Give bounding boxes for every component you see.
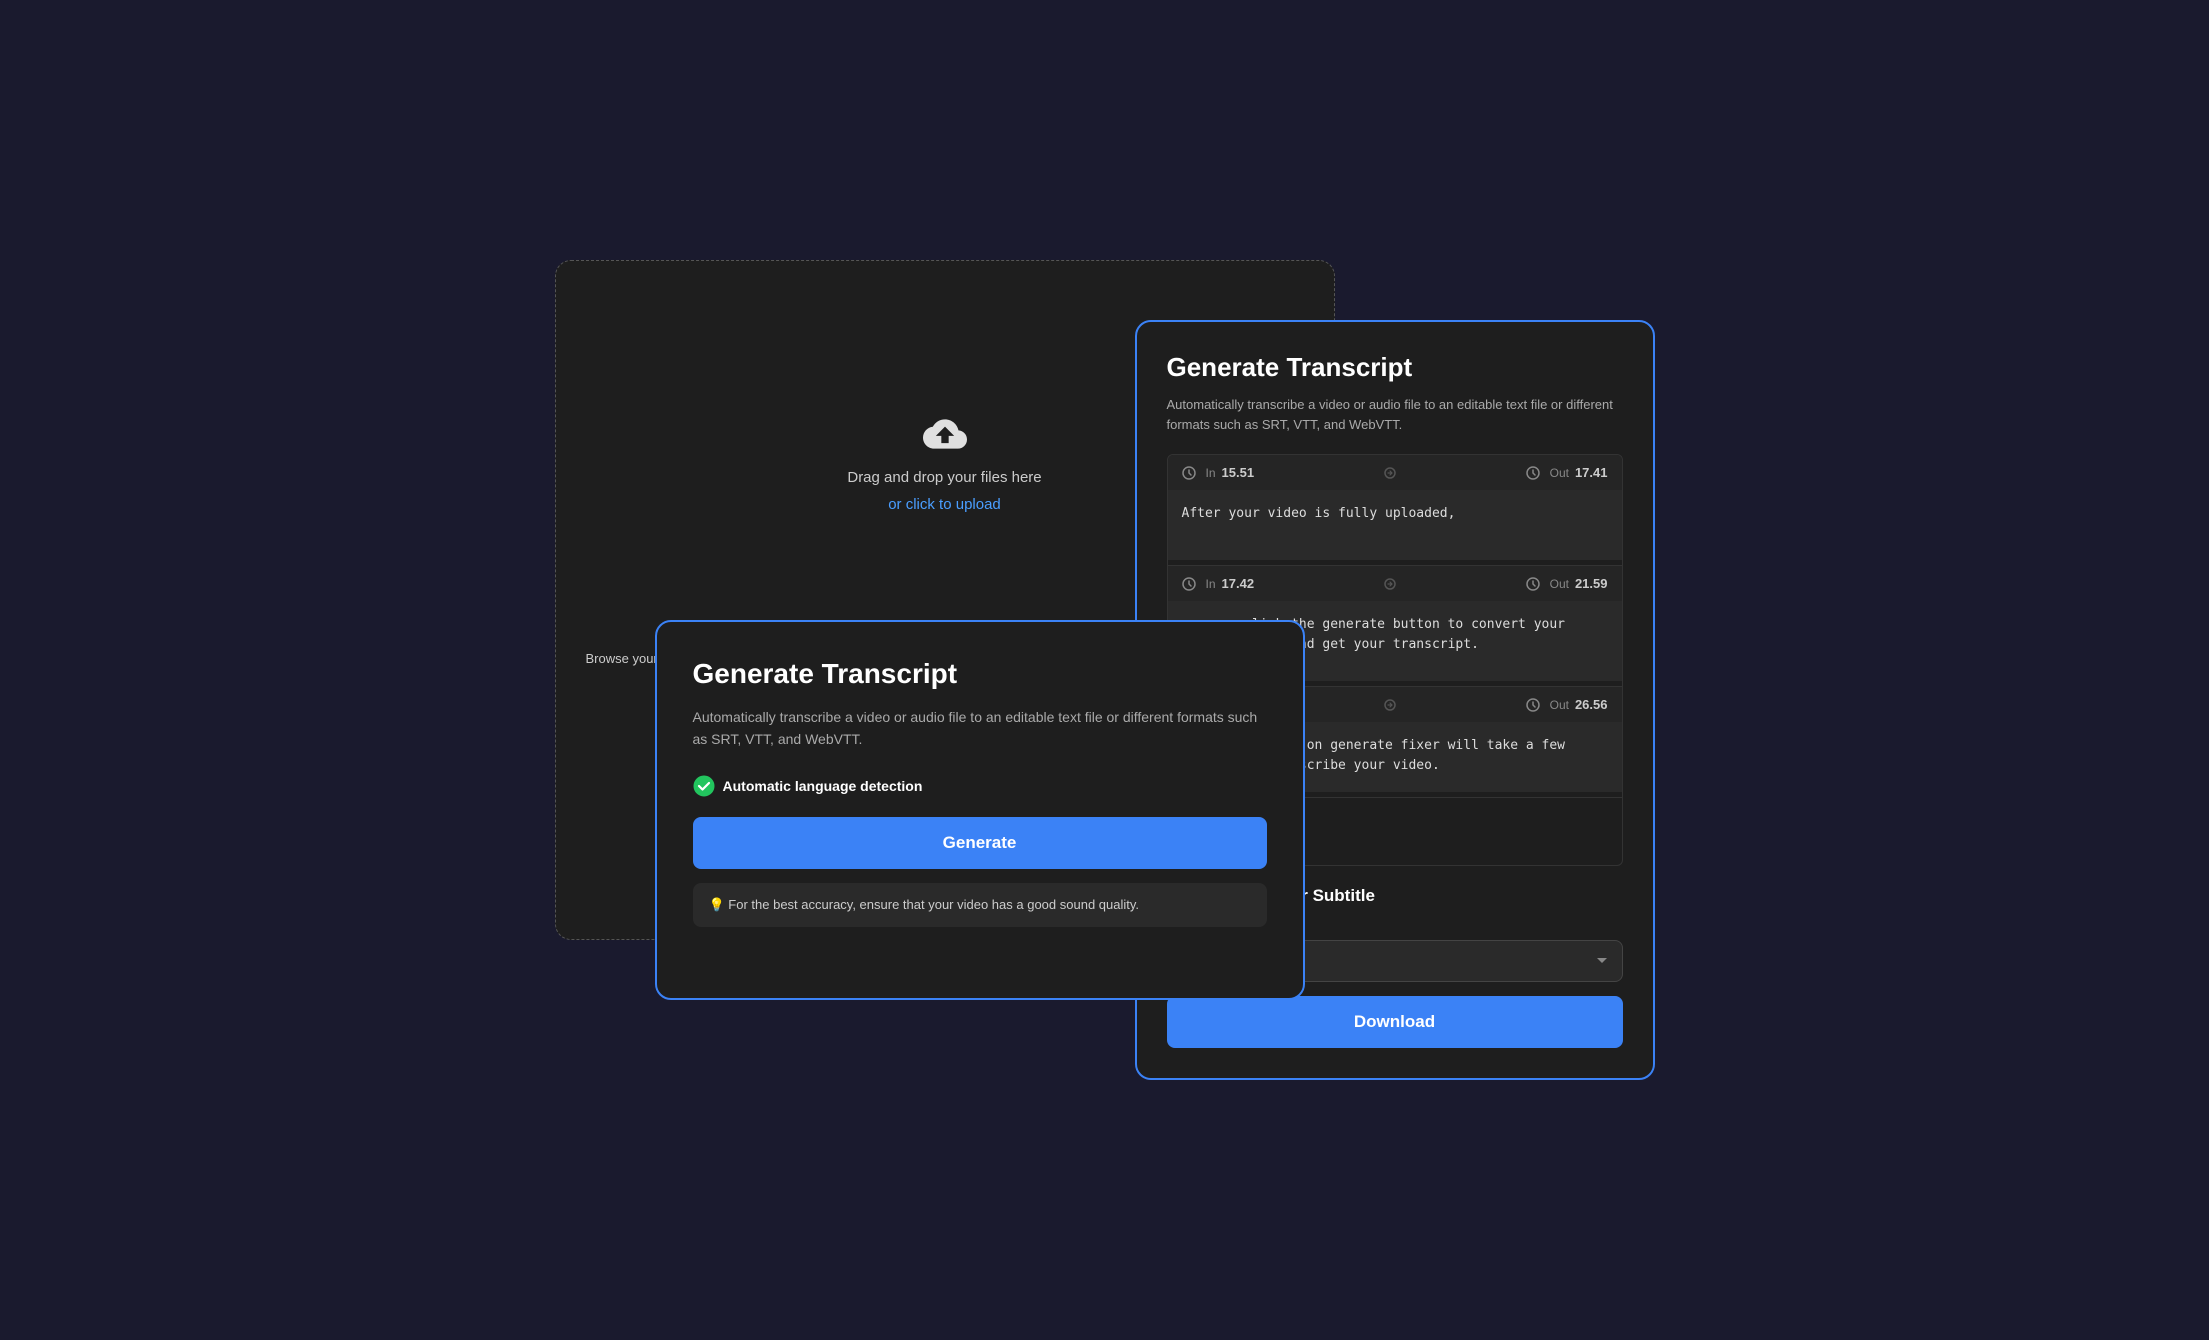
download-button[interactable]: Download bbox=[1167, 996, 1623, 1048]
transcript-segment-0: In 15.51 Out bbox=[1168, 455, 1622, 566]
out-value-0: 17.41 bbox=[1575, 465, 1608, 480]
auto-detect-row: Automatic language detection bbox=[693, 775, 1267, 797]
checkmark-icon bbox=[693, 775, 715, 797]
auto-detect-label: Automatic language detection bbox=[723, 778, 923, 794]
scene: Drag and drop your files here or click t… bbox=[555, 260, 1655, 1080]
segment-header-1: In 17.42 Out bbox=[1168, 566, 1622, 601]
generate-button[interactable]: Generate bbox=[693, 817, 1267, 869]
upload-text: Drag and drop your files here bbox=[847, 469, 1041, 486]
transcript-card-title: Generate Transcript bbox=[1167, 352, 1623, 383]
in-value-1: 17.42 bbox=[1222, 576, 1255, 591]
generate-form-title: Generate Transcript bbox=[693, 658, 1267, 690]
tip-box: 💡 For the best accuracy, ensure that you… bbox=[693, 883, 1267, 927]
arrow-icon-1 bbox=[1383, 577, 1397, 591]
clock-out-icon-2 bbox=[1526, 698, 1540, 712]
out-value-1: 21.59 bbox=[1575, 576, 1608, 591]
upload-link[interactable]: or click to upload bbox=[888, 496, 1001, 513]
segment-header-0: In 15.51 Out bbox=[1168, 455, 1622, 490]
clock-out-icon-1 bbox=[1526, 577, 1540, 591]
in-time-group-0: In 15.51 bbox=[1182, 465, 1255, 480]
out-value-2: 26.56 bbox=[1575, 697, 1608, 712]
out-label-1: Out bbox=[1550, 577, 1569, 591]
out-time-group-1: Out 21.59 bbox=[1526, 576, 1608, 591]
generate-form-card: Generate Transcript Automatically transc… bbox=[655, 620, 1305, 1000]
tip-text: 💡 For the best accuracy, ensure that you… bbox=[709, 897, 1140, 913]
clock-in-icon-0 bbox=[1182, 466, 1196, 480]
out-label-0: Out bbox=[1550, 466, 1569, 480]
separator-1 bbox=[1254, 577, 1526, 591]
in-value-0: 15.51 bbox=[1222, 465, 1255, 480]
upload-cloud-icon bbox=[920, 409, 970, 459]
in-label-0: In bbox=[1206, 466, 1216, 480]
arrow-icon-0 bbox=[1383, 466, 1397, 480]
out-time-group-0: Out 17.41 bbox=[1526, 465, 1608, 480]
separator-0 bbox=[1254, 466, 1526, 480]
arrow-icon-2 bbox=[1383, 698, 1397, 712]
out-label-2: Out bbox=[1550, 698, 1569, 712]
clock-in-icon-1 bbox=[1182, 577, 1196, 591]
clock-out-icon-0 bbox=[1526, 466, 1540, 480]
out-time-group-2: Out 26.56 bbox=[1526, 697, 1608, 712]
in-label-1: In bbox=[1206, 577, 1216, 591]
generate-form-description: Automatically transcribe a video or audi… bbox=[693, 706, 1267, 751]
transcript-card-description: Automatically transcribe a video or audi… bbox=[1167, 395, 1623, 434]
in-time-group-1: In 17.42 bbox=[1182, 576, 1255, 591]
segment-text-0[interactable]: After your video is fully uploaded, bbox=[1168, 490, 1622, 560]
